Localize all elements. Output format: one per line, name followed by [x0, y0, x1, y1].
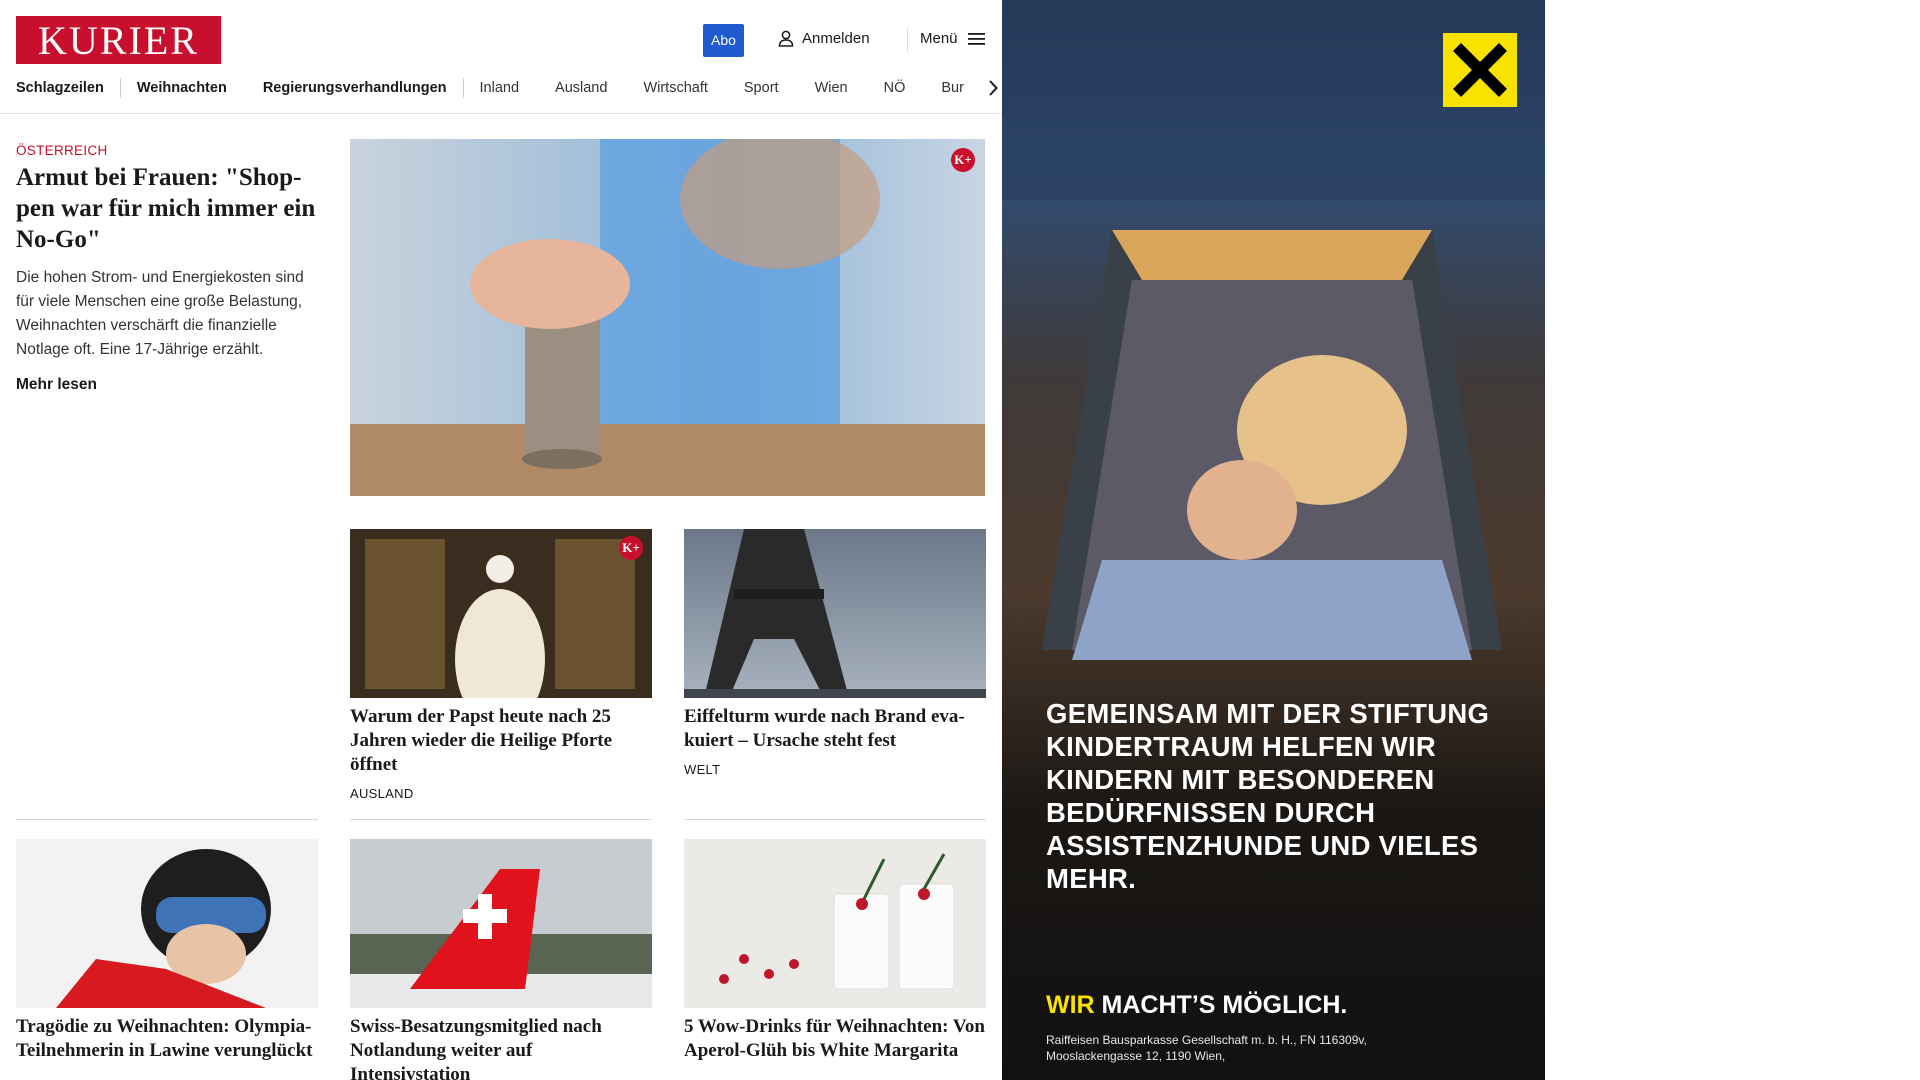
header-divider	[907, 28, 908, 52]
login-button[interactable]: Anmelden	[778, 30, 870, 47]
nav-item-schlagzeilen[interactable]: Schlagzeilen	[16, 80, 104, 96]
card-headline-swiss[interactable]: Swiss-Besatzungsmitglied nach Notlandung…	[350, 1015, 652, 1080]
menu-button[interactable]: Menü	[920, 30, 985, 47]
raiffeisen-logo	[1443, 33, 1517, 107]
card-headline-olympia[interactable]: Tragödie zu Weihnachten: Olym­pia-Teilne…	[16, 1015, 318, 1063]
coins-photo	[350, 139, 985, 496]
lead-kicker[interactable]: ÖSTERREICH	[16, 143, 108, 158]
kurier-logo[interactable]: KURIER	[16, 16, 221, 64]
row-divider	[350, 819, 652, 820]
ad-headline: Gemeinsam mit der Stiftung Kindertraum h…	[1046, 698, 1490, 894]
nav-item-ausland[interactable]: Ausland	[555, 80, 607, 96]
card-image-drinks[interactable]	[684, 839, 986, 1008]
nav-item-burgenland[interactable]: Bur	[941, 80, 964, 96]
nav-divider	[462, 78, 464, 98]
lead-image[interactable]: K+	[350, 139, 985, 496]
nav-item-wirtschaft[interactable]: Wirtschaft	[643, 80, 707, 96]
nav-item-weihnachten[interactable]: Weihnachten	[137, 80, 227, 96]
eiffel-tower-photo	[684, 529, 986, 698]
abo-button[interactable]: Abo	[703, 24, 744, 57]
login-label: Anmelden	[802, 30, 870, 47]
card-image-olympia[interactable]	[16, 839, 318, 1008]
row-divider	[16, 819, 318, 820]
pope-photo	[350, 529, 652, 698]
airplane-tail-photo	[350, 839, 652, 1008]
section-navigation: Schlagzeilen Weihnachten Regierungsverha…	[16, 76, 986, 100]
nav-item-inland[interactable]: Inland	[480, 80, 520, 96]
nav-item-noe[interactable]: NÖ	[884, 80, 906, 96]
skier-photo	[16, 839, 318, 1008]
card-headline-drinks[interactable]: 5 Wow-Drinks für Weihnachten: Von Aperol…	[684, 1015, 986, 1063]
card-image-papst[interactable]: K+	[350, 529, 652, 698]
card-image-eiffelturm[interactable]	[684, 529, 986, 698]
nav-scroll-right-button[interactable]	[968, 76, 998, 100]
card-headline-eiffelturm[interactable]: Eiffelturm wurde nach Brand eva­kuiert –…	[684, 705, 986, 753]
nav-item-wien[interactable]: Wien	[815, 80, 848, 96]
card-image-swiss[interactable]	[350, 839, 652, 1008]
raiffeisen-advertisement[interactable]: Gemeinsam mit der Stiftung Kindertraum h…	[1002, 0, 1545, 1080]
nav-item-sport[interactable]: Sport	[744, 80, 779, 96]
ad-claim: WIR MACHT’S MÖGLICH.	[1046, 991, 1347, 1020]
card-section-label[interactable]: WELT	[684, 762, 720, 777]
premium-badge: K+	[619, 536, 643, 560]
lead-headline[interactable]: Armut bei Frauen: "Shop­pen war für mich…	[16, 162, 316, 255]
gable-cross-icon	[1453, 43, 1507, 97]
card-headline-papst[interactable]: Warum der Papst heute nach 25 Jahren wie…	[350, 705, 652, 777]
lead-teaser: Die hohen Strom- und Energiekosten sind …	[16, 269, 304, 358]
nav-divider	[119, 78, 121, 98]
row-divider	[684, 819, 986, 820]
chevron-right-icon	[989, 80, 998, 96]
card-section-label[interactable]: AUSLAND	[350, 786, 414, 801]
news-page: KURIER Abo Anmelden Menü Schlagzeilen We…	[0, 0, 1002, 1080]
ad-claim-rest: MACHT’S MÖGLICH.	[1094, 991, 1348, 1019]
ad-legal-text: Raiffeisen Bausparkasse Gesellschaft m. …	[1046, 1033, 1367, 1063]
user-icon	[778, 30, 794, 47]
read-more-link[interactable]: Mehr lesen	[16, 376, 97, 394]
premium-badge: K+	[951, 148, 975, 172]
drinks-photo	[684, 839, 986, 1008]
hamburger-icon	[967, 32, 985, 45]
ad-claim-highlight: WIR	[1046, 991, 1095, 1019]
site-header: KURIER Abo Anmelden Menü Schlagzeilen We…	[0, 0, 1002, 114]
nav-item-regierungsverhandlungen[interactable]: Regierungsverhandlungen	[263, 80, 447, 96]
menu-label: Menü	[920, 30, 958, 47]
